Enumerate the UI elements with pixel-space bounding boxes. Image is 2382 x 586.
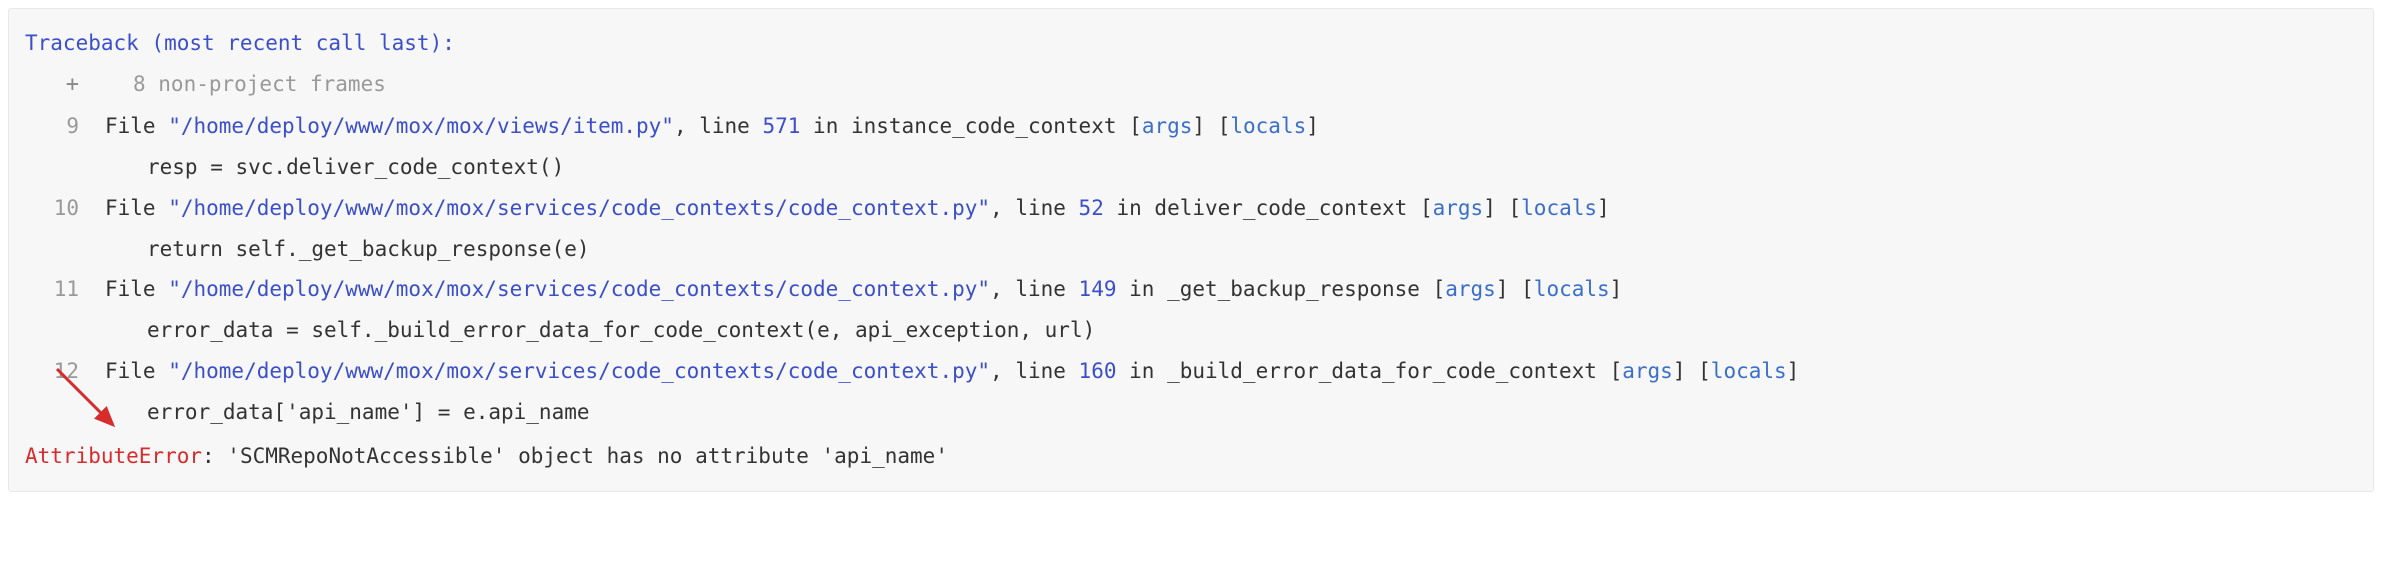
args-link[interactable]: args	[1142, 114, 1193, 138]
in-label: in	[1116, 359, 1167, 383]
file-path[interactable]: "/home/deploy/www/mox/mox/services/code_…	[168, 359, 990, 383]
file-path[interactable]: "/home/deploy/www/mox/mox/services/code_…	[168, 196, 990, 220]
traceback-panel: Traceback (most recent call last): + 8 n…	[8, 8, 2374, 492]
file-label: File	[105, 359, 168, 383]
locals-link[interactable]: locals	[1534, 277, 1610, 301]
line-label: , line	[990, 196, 1079, 220]
source-line: error_data = self._build_error_data_for_…	[23, 312, 2353, 349]
source-line: return self._get_backup_response(e)	[23, 231, 2353, 268]
in-label: in	[1104, 196, 1155, 220]
frame-number: 10	[54, 196, 79, 220]
error-line: AttributeError: 'SCMRepoNotAccessible' o…	[23, 438, 2353, 475]
source-code: resp = svc.deliver_code_context()	[79, 149, 564, 186]
line-label: , line	[674, 114, 763, 138]
line-label: , line	[990, 359, 1079, 383]
file-path[interactable]: "/home/deploy/www/mox/mox/services/code_…	[168, 277, 990, 301]
error-message: : 'SCMRepoNotAccessible' object has no a…	[202, 444, 948, 468]
frame-number: 9	[66, 114, 79, 138]
source-code: error_data['api_name'] = e.api_name	[79, 394, 590, 431]
locals-link[interactable]: locals	[1230, 114, 1306, 138]
file-label: File	[105, 277, 168, 301]
locals-link[interactable]: locals	[1711, 359, 1787, 383]
args-link[interactable]: args	[1445, 277, 1496, 301]
function-name: instance_code_context	[851, 114, 1117, 138]
stack-frame: 11 File "/home/deploy/www/mox/mox/servic…	[23, 271, 2353, 308]
expand-icon[interactable]: +	[66, 72, 79, 97]
source-line: resp = svc.deliver_code_context()	[23, 149, 2353, 186]
in-label: in	[1116, 277, 1167, 301]
locals-link[interactable]: locals	[1521, 196, 1597, 220]
stack-frame: 9 File "/home/deploy/www/mox/mox/views/i…	[23, 108, 2353, 145]
error-type: AttributeError	[25, 444, 202, 468]
args-link[interactable]: args	[1433, 196, 1484, 220]
line-number: 52	[1079, 196, 1104, 220]
stack-frame: 12 File "/home/deploy/www/mox/mox/servic…	[23, 353, 2353, 390]
file-label: File	[105, 114, 168, 138]
function-name: deliver_code_context	[1154, 196, 1407, 220]
line-number: 149	[1079, 277, 1117, 301]
source-code: error_data = self._build_error_data_for_…	[79, 312, 1095, 349]
collapsed-frames-row[interactable]: + 8 non-project frames	[23, 66, 2353, 105]
traceback-header: Traceback (most recent call last):	[23, 25, 2353, 62]
file-label: File	[105, 196, 168, 220]
line-label: , line	[990, 277, 1079, 301]
frame-number: 12	[54, 359, 79, 383]
stack-frame: 10 File "/home/deploy/www/mox/mox/servic…	[23, 190, 2353, 227]
frame-number: 11	[54, 277, 79, 301]
function-name: _get_backup_response	[1167, 277, 1420, 301]
function-name: _build_error_data_for_code_context	[1167, 359, 1597, 383]
collapsed-frames-label: 8 non-project frames	[79, 66, 386, 103]
source-line: error_data['api_name'] = e.api_name	[23, 394, 2353, 431]
line-number: 160	[1079, 359, 1117, 383]
args-link[interactable]: args	[1622, 359, 1673, 383]
source-code: return self._get_backup_response(e)	[79, 231, 590, 268]
line-number: 571	[762, 114, 800, 138]
in-label: in	[800, 114, 851, 138]
file-path[interactable]: "/home/deploy/www/mox/mox/views/item.py"	[168, 114, 674, 138]
